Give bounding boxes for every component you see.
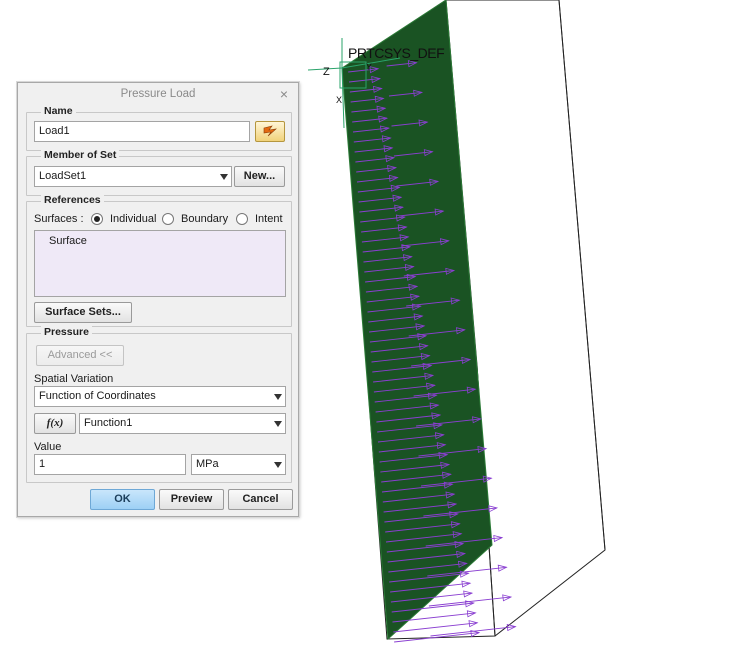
surfaces-label: Surfaces :: [34, 213, 84, 225]
references-group-title: References: [41, 194, 104, 206]
value-label: Value: [34, 441, 62, 453]
chevron-down-icon: [274, 462, 282, 468]
name-group: Name Load1: [26, 105, 292, 151]
function-select[interactable]: Function1: [79, 413, 286, 434]
spatial-variation-label: Spatial Variation: [34, 373, 114, 385]
chevron-down-icon: [274, 394, 282, 400]
pressure-load-dialog: Pressure Load × Name Load1 Member of Set…: [17, 82, 299, 517]
references-group: References Surfaces : Individual Boundar…: [26, 194, 292, 327]
ok-button[interactable]: OK: [90, 489, 155, 510]
member-of-set-group: Member of Set LoadSet1 New...: [26, 149, 292, 196]
color-swatch-icon: [263, 125, 277, 137]
unit-selected: MPa: [196, 458, 219, 470]
pressure-arrow-shaft: [393, 622, 478, 633]
new-set-button[interactable]: New...: [234, 166, 285, 187]
function-editor-button[interactable]: f(x): [34, 413, 76, 434]
dialog-title: Pressure Load: [120, 88, 196, 100]
value-input[interactable]: 1: [34, 454, 186, 475]
pressure-group-title: Pressure: [41, 326, 92, 338]
pressure-arrow-shaft: [394, 632, 480, 643]
radio-intent-label: Intent: [255, 213, 283, 225]
function-selected: Function1: [84, 417, 133, 429]
references-list[interactable]: Surface: [34, 230, 286, 297]
close-icon[interactable]: ×: [276, 86, 292, 102]
spatial-variation-selected: Function of Coordinates: [39, 390, 156, 402]
radio-boundary[interactable]: [162, 213, 174, 225]
pressure-group: Pressure Advanced << Spatial Variation F…: [26, 326, 292, 483]
loaded-surface[interactable]: [341, 0, 493, 641]
name-input[interactable]: Load1: [34, 121, 250, 142]
pressure-arrow-shaft: [430, 626, 516, 637]
color-swatch-button[interactable]: [255, 121, 285, 142]
list-item[interactable]: Surface: [49, 235, 87, 247]
chevron-down-icon: [220, 174, 228, 180]
radio-intent[interactable]: [236, 213, 248, 225]
advanced-button[interactable]: Advanced <<: [36, 345, 124, 366]
spatial-variation-select[interactable]: Function of Coordinates: [34, 386, 286, 407]
preview-button[interactable]: Preview: [159, 489, 224, 510]
chevron-down-icon: [274, 421, 282, 427]
unit-select[interactable]: MPa: [191, 454, 286, 475]
radio-boundary-label: Boundary: [181, 213, 229, 225]
name-group-title: Name: [41, 105, 76, 117]
load-set-selected: LoadSet1: [39, 170, 87, 182]
load-set-select[interactable]: LoadSet1: [34, 166, 232, 187]
radio-individual[interactable]: [91, 213, 103, 225]
radio-individual-label: Individual: [110, 213, 157, 225]
surface-sets-button[interactable]: Surface Sets...: [34, 302, 132, 323]
cancel-button[interactable]: Cancel: [228, 489, 293, 510]
member-group-title: Member of Set: [41, 149, 120, 161]
